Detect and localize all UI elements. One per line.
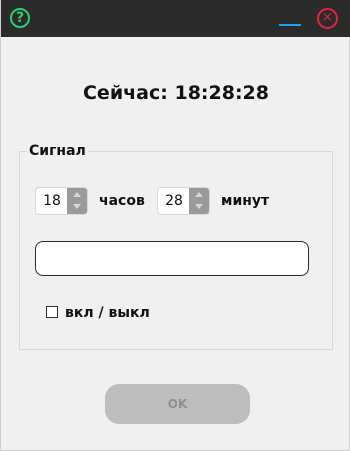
hours-up-arrow-icon[interactable] <box>67 188 87 201</box>
alarm-toggle-checkbox[interactable] <box>46 306 58 318</box>
alarm-message-input[interactable] <box>35 241 309 276</box>
close-icon[interactable]: × <box>317 8 338 29</box>
ok-button[interactable]: OK <box>105 384 250 424</box>
title-bar: ? × <box>1 0 350 37</box>
hours-spin-arrows <box>67 188 87 214</box>
minutes-spinbox[interactable]: 28 <box>157 187 210 215</box>
hours-spinbox[interactable]: 18 <box>35 187 88 215</box>
minutes-unit-label: минут <box>221 193 270 209</box>
alarm-toggle-label[interactable]: вкл / выкл <box>65 305 150 321</box>
minutes-value[interactable]: 28 <box>158 188 190 214</box>
minutes-down-arrow-icon[interactable] <box>189 201 209 214</box>
minutes-up-arrow-icon[interactable] <box>189 188 209 201</box>
minutes-spin-arrows <box>189 188 209 214</box>
current-time-display: Сейчас: 18:28:28 <box>1 82 350 104</box>
hours-down-arrow-icon[interactable] <box>67 201 87 214</box>
current-time-label: Сейчас: <box>82 82 168 104</box>
alarm-group-title: Сигнал <box>27 143 88 159</box>
help-icon[interactable]: ? <box>10 8 30 28</box>
current-time-value: 18:28:28 <box>174 82 270 104</box>
hours-unit-label: часов <box>99 193 145 209</box>
hours-value[interactable]: 18 <box>36 188 68 214</box>
alarm-window: ? × Сейчас: 18:28:28 Сигнал 18 часов 28 … <box>0 0 350 451</box>
minimize-icon[interactable] <box>279 24 301 26</box>
